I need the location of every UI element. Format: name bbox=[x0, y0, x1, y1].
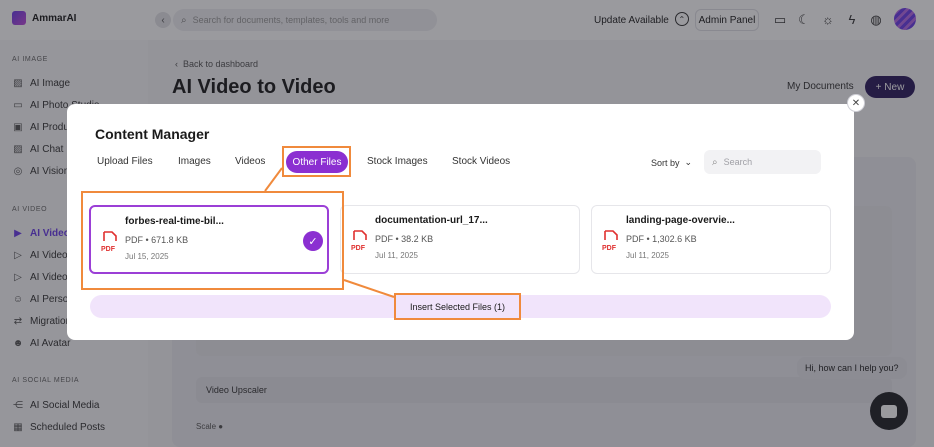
annotation-arrows bbox=[264, 167, 395, 298]
arrow-line-insert bbox=[343, 279, 395, 298]
arrow-line-tab bbox=[264, 167, 283, 192]
